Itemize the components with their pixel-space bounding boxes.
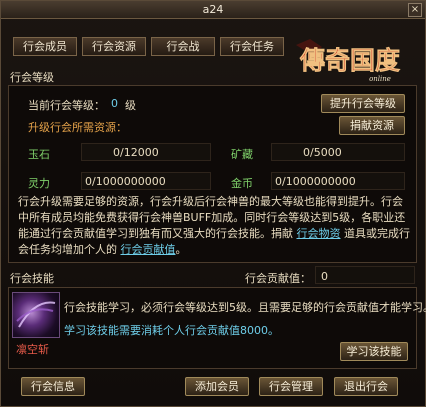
- contribution-field: [315, 266, 415, 284]
- title-bar[interactable]: a24 ×: [1, 1, 425, 19]
- skill-icon[interactable]: [12, 292, 60, 338]
- contribution-value: 0: [321, 270, 328, 283]
- upgrade-guild-level-button[interactable]: 提升行会等级: [321, 94, 405, 113]
- window-title: a24: [202, 3, 224, 16]
- resource-value-jade: 0/12000: [113, 146, 159, 159]
- description-text-3: 。: [175, 243, 187, 256]
- game-logo: 傳奇国度 online: [292, 35, 408, 85]
- guild-skill-heading: 行会技能: [10, 272, 54, 285]
- current-level-label: 当前行会等级：: [28, 99, 105, 112]
- resource-name-spirit: 灵力: [28, 177, 50, 190]
- tab-guild-members[interactable]: 行会成员: [13, 37, 77, 56]
- guild-contribution-link[interactable]: 行会贡献值: [121, 243, 176, 256]
- current-level-value: 0: [111, 97, 118, 110]
- close-button[interactable]: ×: [408, 3, 422, 17]
- guild-skill-panel: 凛空斩 行会技能学习，必须行会等级达到5级。且需要足够的行会贡献值才能学习。 学…: [8, 287, 426, 369]
- leave-guild-button[interactable]: 退出行会: [334, 377, 398, 396]
- logo-text: 傳奇国度: [299, 46, 400, 75]
- tab-guild-tasks[interactable]: 行会任务: [220, 37, 284, 56]
- resource-name-gold: 金币: [231, 177, 253, 190]
- guild-info-button[interactable]: 行会信息: [21, 377, 85, 396]
- guild-level-description: 行会升级需要足够的资源，行会升级后行会神兽的最大等级也能得到提升。行会中所有成员…: [18, 194, 410, 258]
- slash-skill-icon: [16, 301, 56, 328]
- guild-window: a24 × 行会成员 行会资源 行会战 行会任务 傳奇国度 online 行会等…: [0, 0, 426, 407]
- guild-manage-button[interactable]: 行会管理: [259, 377, 323, 396]
- guild-level-heading: 行会等级: [10, 71, 54, 84]
- skill-name: 凛空斩: [16, 343, 49, 356]
- contribution-label: 行会贡献值：: [245, 272, 311, 285]
- resource-name-jade: 玉石: [28, 148, 50, 161]
- tab-guild-resources[interactable]: 行会资源: [82, 37, 146, 56]
- resource-value-ore: 0/5000: [303, 146, 342, 159]
- add-member-button[interactable]: 添加会员: [185, 377, 249, 396]
- logo-emblem-icon: 傳奇国度 online: [296, 39, 400, 83]
- resource-value-spirit: 0/1000000000: [85, 175, 166, 188]
- guild-supplies-link[interactable]: 行会物资: [297, 227, 341, 240]
- logo-subtext: online: [369, 75, 391, 83]
- guild-level-panel: 当前行会等级： 0 级 提升行会等级 升级行会所需资源： 捐献资源 玉石 0/1…: [8, 85, 417, 263]
- skill-info-line-2: 学习该技能需要消耗个人行会贡献值8000。: [64, 324, 279, 337]
- tab-guild-war[interactable]: 行会战: [151, 37, 215, 56]
- resource-value-gold: 0/1000000000: [275, 175, 356, 188]
- resource-name-ore: 矿藏: [231, 148, 253, 161]
- upgrade-resources-title: 升级行会所需资源：: [28, 121, 127, 134]
- learn-skill-button[interactable]: 学习该技能: [340, 342, 408, 361]
- current-level-unit: 级: [125, 99, 136, 112]
- skill-info-line-1: 行会技能学习，必须行会等级达到5级。且需要足够的行会贡献值才能学习。: [64, 301, 426, 314]
- donate-resources-button[interactable]: 捐献资源: [339, 116, 405, 135]
